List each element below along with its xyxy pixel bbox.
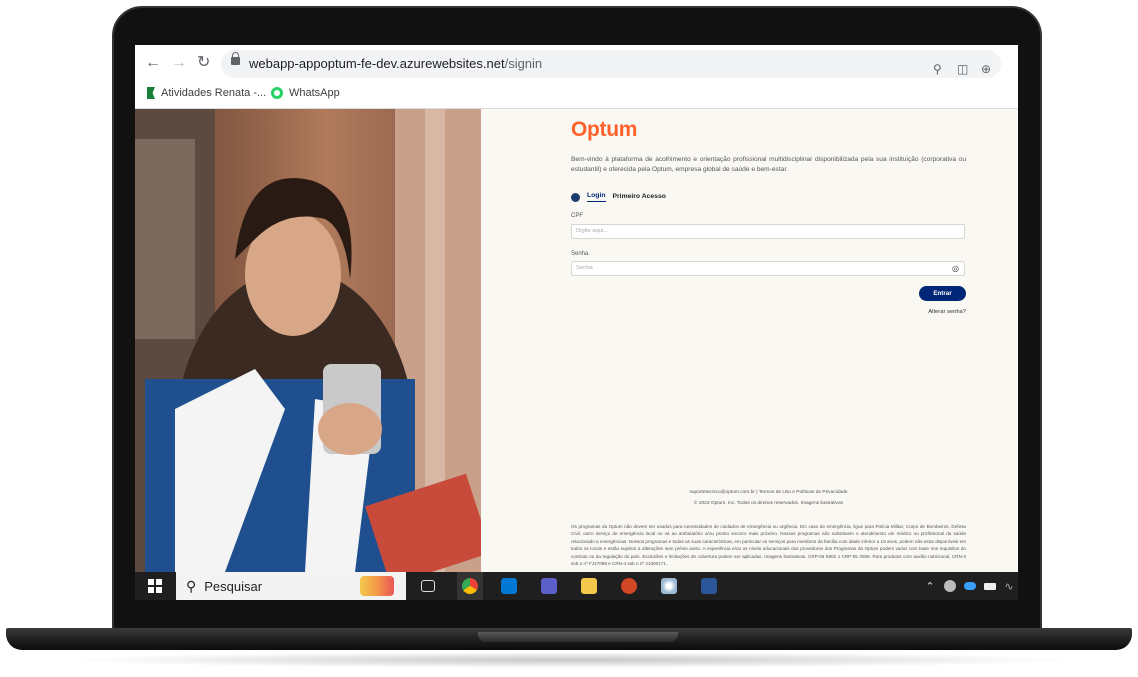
taskbar-search[interactable]: ⚲ Pesquisar <box>176 572 406 600</box>
weather-icon <box>944 580 956 592</box>
search-icon: ⚲ <box>186 577 197 594</box>
submit-button[interactable]: Entrar <box>919 286 966 301</box>
chrome-icon <box>462 578 478 594</box>
onedrive-button[interactable] <box>961 572 979 600</box>
windows-icon <box>148 579 162 593</box>
address-bar[interactable]: webapp-appoptum-fe-dev.azurewebsites.net… <box>221 50 1001 78</box>
url-host: webapp-appoptum-fe-dev.azurewebsites.net <box>249 56 505 71</box>
lock-icon[interactable] <box>231 52 240 65</box>
back-icon[interactable]: ← <box>145 54 161 72</box>
outlook-button[interactable] <box>496 572 522 600</box>
cloud-icon <box>964 582 976 590</box>
copyright-text: © 2023 Optum, Inc. Todos os direitos res… <box>693 501 844 506</box>
bookmark-label: Atividades Renata -... <box>161 87 267 99</box>
url-path: /signin <box>504 56 543 71</box>
windows-taskbar: ⚲ Pesquisar ⌃ ∿ <box>135 572 1018 600</box>
outlook-icon <box>501 578 517 594</box>
cpf-label: CPF <box>571 213 583 219</box>
battery-button[interactable] <box>981 572 999 600</box>
cpf-placeholder: Digite aqui... <box>576 228 609 234</box>
wifi-icon[interactable]: ∿ <box>1001 572 1017 600</box>
zoom-icon[interactable]: ⊕ <box>981 62 991 76</box>
teams-icon <box>541 578 557 594</box>
key-icon[interactable]: ⚲ <box>933 62 942 76</box>
tray-app-icon[interactable] <box>941 572 959 600</box>
bookmarks-bar: Atividades Renata -... WhatsApp <box>135 82 1018 109</box>
paint-icon <box>661 578 677 594</box>
tray-chevron-icon[interactable]: ⌃ <box>923 572 937 600</box>
laptop-shadow <box>60 652 1080 668</box>
hero-photo-art <box>135 109 481 572</box>
eye-icon[interactable]: ◎ <box>952 264 959 273</box>
bookmark-whatsapp[interactable]: WhatsApp <box>271 87 340 99</box>
whatsapp-icon <box>271 87 283 99</box>
powerpoint-icon <box>621 578 637 594</box>
folder-icon <box>581 578 597 594</box>
footer-links[interactable]: suportetecnico@optum.com.br | Termos de … <box>571 490 966 495</box>
battery-icon <box>984 582 996 590</box>
intro-text: Bem-vindo à plataforma de acolhimento e … <box>571 156 966 173</box>
login-tabs: Login Primeiro Acesso <box>571 192 666 202</box>
task-view-button[interactable] <box>417 572 439 600</box>
word-icon <box>701 578 717 594</box>
login-pane: Optum Bem-vindo à plataforma de acolhime… <box>481 109 1018 572</box>
word-button[interactable] <box>696 572 722 600</box>
url-text: webapp-appoptum-fe-dev.azurewebsites.net… <box>249 56 542 71</box>
flowers-icon <box>360 576 394 596</box>
optum-logo: Optum <box>571 118 638 141</box>
start-button[interactable] <box>143 572 167 600</box>
tab-first-access[interactable]: Primeiro Acesso <box>613 193 666 202</box>
teams-button[interactable] <box>536 572 562 600</box>
paint-button[interactable] <box>656 572 682 600</box>
change-password-link[interactable]: Alterar senha? <box>881 309 966 315</box>
search-placeholder: Pesquisar <box>204 578 263 594</box>
password-label: Senha <box>571 251 589 257</box>
bookmark-atividades[interactable]: Atividades Renata -... <box>147 87 266 99</box>
translate-icon[interactable]: ◫ <box>957 62 968 76</box>
chrome-button[interactable] <box>457 572 483 600</box>
laptop-screen: ← → ↻ webapp-appoptum-fe-dev.azurewebsit… <box>135 45 1018 600</box>
cpf-input[interactable]: Digite aqui... <box>571 224 965 239</box>
forward-icon[interactable]: → <box>171 54 187 72</box>
powerpoint-button[interactable] <box>616 572 642 600</box>
bookmark-label: WhatsApp <box>289 87 340 99</box>
flag-icon <box>147 87 155 99</box>
password-input[interactable]: Senha ◎ <box>571 261 965 276</box>
reload-icon[interactable]: ↻ <box>197 54 210 72</box>
hero-photo <box>135 109 481 572</box>
globe-icon[interactable] <box>571 192 580 202</box>
password-placeholder: Senha <box>576 265 593 271</box>
laptop-hinge-notch <box>478 632 678 642</box>
tab-login[interactable]: Login <box>587 192 606 202</box>
disclaimer-text: Os programas da Optum não devem ser usad… <box>571 524 966 567</box>
browser-toolbar: ← → ↻ webapp-appoptum-fe-dev.azurewebsit… <box>135 45 1018 82</box>
task-view-icon <box>421 580 435 592</box>
file-explorer-button[interactable] <box>576 572 602 600</box>
